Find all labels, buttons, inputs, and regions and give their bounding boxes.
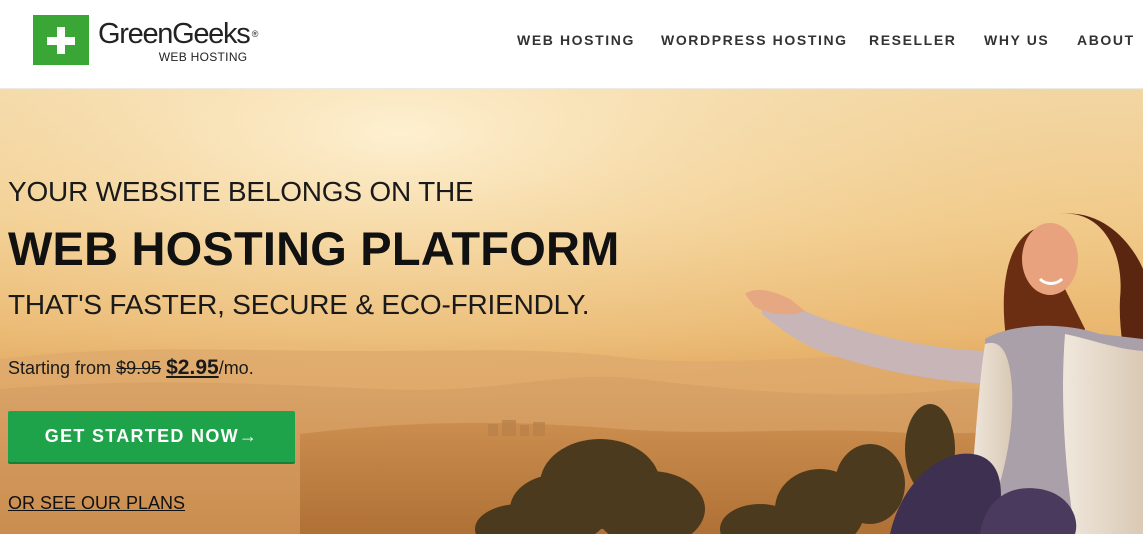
nav-item-reseller[interactable]: RESELLER	[869, 31, 956, 49]
see-plans-link[interactable]: OR SEE OUR PLANS	[8, 492, 185, 514]
nav-item-about[interactable]: ABOUT	[1077, 31, 1135, 49]
site-header: GreenGeeks ® WEB HOSTING WEB HOSTING WORD…	[0, 0, 1143, 89]
hero-subheading-top: YOUR WEBSITE BELONGS ON THE	[8, 176, 474, 207]
hero-heading: WEB HOSTING PLATFORM	[8, 222, 620, 275]
nav-item-wordpress-hosting[interactable]: WORDPRESS HOSTING	[661, 31, 848, 49]
nav-item-web-hosting[interactable]: WEB HOSTING	[517, 31, 635, 49]
get-started-button[interactable]: GET STARTED NOW→	[8, 411, 295, 462]
price-prefix: Starting from	[8, 358, 112, 378]
hero-subheading-bottom: THAT'S FASTER, SECURE & ECO-FRIENDLY.	[8, 289, 590, 320]
old-price: $9.95	[116, 358, 162, 378]
nav-item-why-us[interactable]: WHY US	[984, 31, 1049, 49]
new-price: $2.95	[166, 356, 219, 379]
brand-tagline: WEB HOSTING	[158, 50, 248, 64]
price-line: Starting from $9.95 $2.95/mo.	[8, 355, 254, 381]
price-suffix: /mo.	[218, 358, 254, 378]
main-nav: WEB HOSTING WORDPRESS HOSTING RESELLER W…	[0, 31, 1143, 51]
hero-section: YOUR WEBSITE BELONGS ON THE WEB HOSTING …	[0, 89, 1143, 534]
